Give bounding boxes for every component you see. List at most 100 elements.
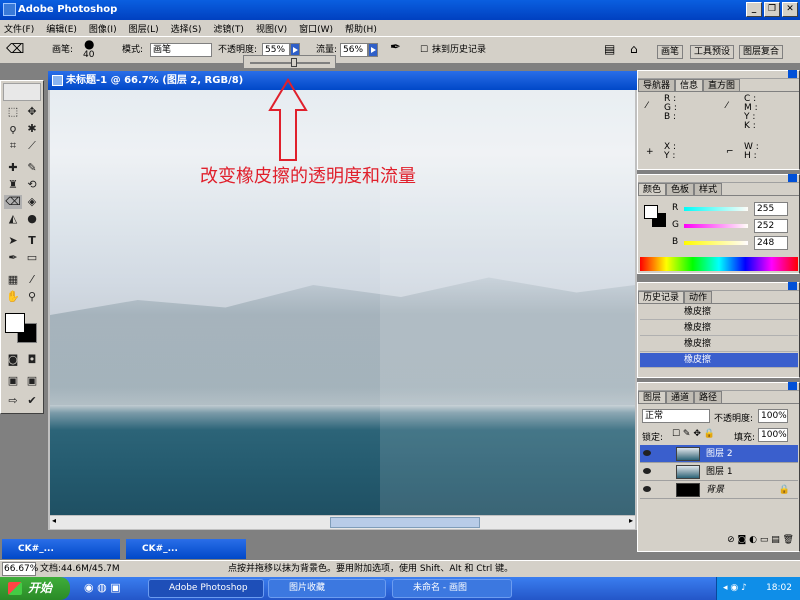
channel-b-slider[interactable] [684,241,748,245]
fullscreen-mode-icon[interactable]: ▣ [23,374,41,388]
marquee-tool-icon[interactable]: ⬚ [4,105,22,119]
history-item[interactable]: 橡皮擦 [640,321,798,336]
minimize-button[interactable]: _ [746,2,762,17]
panel-close-icon[interactable] [788,70,797,78]
horizontal-scrollbar[interactable]: ◂ ▸ [50,515,635,529]
tab-paths[interactable]: 路径 [694,391,723,403]
visibility-eye-icon[interactable] [643,468,651,474]
layer-row[interactable]: 图层 2 [640,445,798,463]
task-paint[interactable]: 未命名 - 画图 [392,579,512,598]
minimized-document[interactable]: CK#_... [2,539,120,559]
scroll-right-icon[interactable]: ▸ [629,516,633,525]
zoom-input[interactable]: 66.67% [2,562,38,576]
jump-icon[interactable]: ✔ [23,394,41,408]
standard-mode-icon[interactable]: ◙ [4,353,22,367]
eyedropper-tool-icon[interactable]: ⁄ [23,273,41,287]
tab-styles[interactable]: 样式 [694,183,723,195]
palette-well-icon[interactable]: ⌂ [630,42,638,56]
menu-layer[interactable]: 图层(L) [129,22,159,35]
menu-file[interactable]: 文件(F) [4,22,34,35]
start-button[interactable]: 开始 [0,577,70,600]
panel-close-icon[interactable] [788,382,797,390]
minimized-document[interactable]: CK#_... [126,539,246,559]
mode-select[interactable]: 画笔 [150,43,212,57]
tab-info[interactable]: 信息 [675,79,704,91]
close-button[interactable]: ✕ [782,2,798,17]
stamp-tool-icon[interactable]: ♜ [4,178,22,192]
quick-mask-icon[interactable]: ◘ [23,353,41,367]
channel-r-slider[interactable] [684,207,748,211]
dodge-tool-icon[interactable]: ● [23,212,41,226]
type-tool-icon[interactable]: T [23,234,41,248]
shape-tool-icon[interactable]: ▭ [23,251,41,265]
tab-swatches[interactable]: 色板 [666,183,695,195]
flow-input[interactable]: 56% [340,43,368,57]
layer-actions-bar[interactable]: ⊘ ◙ ◐ ▭ ▤ 🗑 [640,535,798,549]
channel-r-input[interactable]: 255 [754,202,788,216]
tab-histogram[interactable]: 直方图 [703,79,741,91]
crop-tool-icon[interactable]: ⌗ [4,139,22,153]
menu-edit[interactable]: 编辑(E) [46,22,77,35]
screen-mode-icon[interactable]: ▣ [4,374,22,388]
layer-opacity-input[interactable]: 100% [758,409,788,423]
notes-tool-icon[interactable]: ▦ [4,273,22,287]
healing-brush-tool-icon[interactable]: ✚ [4,161,22,175]
history-checkbox[interactable]: ☐ [420,43,428,57]
flow-slider-button[interactable] [368,43,378,57]
tab-channels[interactable]: 通道 [666,391,695,403]
document-title-bar[interactable]: 未标题-1 @ 66.7% (图层 2, RGB/8) [48,71,637,90]
tab-navigator[interactable]: 导航器 [638,79,676,91]
panel-close-icon[interactable] [788,282,797,290]
layer-row[interactable]: 背景 🔒 [640,481,798,499]
lasso-tool-icon[interactable]: ϙ [4,122,22,136]
paint-bucket-tool-icon[interactable]: ◈ [23,195,41,209]
tray-icons[interactable]: ◂ ◉ ♪ [723,577,747,600]
restore-button[interactable]: ❐ [764,2,780,17]
move-tool-icon[interactable]: ✥ [23,105,41,119]
history-brush-tool-icon[interactable]: ⟲ [23,178,41,192]
visibility-eye-icon[interactable] [643,486,651,492]
slice-tool-icon[interactable]: ⟋ [23,139,41,153]
lock-icons[interactable]: ☐ ✎ ✥ 🔒 [672,429,715,439]
foreground-color-swatch[interactable] [5,313,25,333]
scrollbar-thumb[interactable] [330,517,480,528]
imageready-icon[interactable]: ⇨ [4,394,22,408]
menu-window[interactable]: 窗口(W) [299,22,333,35]
menu-filter[interactable]: 滤镜(T) [213,22,244,35]
quicklaunch-icons[interactable]: ◉ ◍ ▣ [84,581,121,594]
menu-select[interactable]: 选择(S) [171,22,202,35]
tab-tool-presets[interactable]: 工具预设 [690,45,735,59]
layer-row[interactable]: 图层 1 [640,463,798,481]
eraser-tool-icon[interactable]: ⌫ [6,43,24,57]
channel-g-input[interactable]: 252 [754,219,788,233]
visibility-eye-icon[interactable] [643,450,651,456]
task-photoshop[interactable]: Adobe Photoshop [148,579,264,598]
opacity-slider-thumb[interactable] [291,58,297,67]
menu-view[interactable]: 视图(V) [256,22,287,35]
channel-b-input[interactable]: 248 [754,236,788,250]
history-item[interactable]: 橡皮擦 [640,305,798,320]
tab-layer-comps[interactable]: 图层复合 [739,45,784,59]
blend-mode-select[interactable]: 正常 [642,409,710,423]
tab-actions[interactable]: 动作 [684,291,713,303]
task-pictures[interactable]: 图片收藏 [268,579,386,598]
channel-g-slider[interactable] [684,224,748,228]
zoom-tool-icon[interactable]: ⚲ [23,290,41,304]
opacity-slider-track[interactable] [250,62,330,64]
panel-close-icon[interactable] [788,174,797,182]
color-fg-swatch[interactable] [644,205,658,219]
magic-wand-tool-icon[interactable]: ✱ [23,122,41,136]
brush-tool-icon[interactable]: ✎ [23,161,41,175]
tab-brushes[interactable]: 画笔 [657,45,684,59]
blur-tool-icon[interactable]: ◭ [4,212,22,226]
tab-color[interactable]: 颜色 [638,183,667,195]
menu-image[interactable]: 图像(I) [89,22,117,35]
feather-logo-icon[interactable] [3,83,41,101]
airbrush-icon[interactable]: ✒ [390,41,401,55]
hand-tool-icon[interactable]: ✋ [4,290,22,304]
history-item[interactable]: 橡皮擦 [640,337,798,352]
tab-history[interactable]: 历史记录 [638,291,685,303]
history-item-selected[interactable]: 橡皮擦 [640,353,798,368]
tab-layers[interactable]: 图层 [638,391,667,403]
file-browser-icon[interactable]: ▤ [604,42,615,56]
